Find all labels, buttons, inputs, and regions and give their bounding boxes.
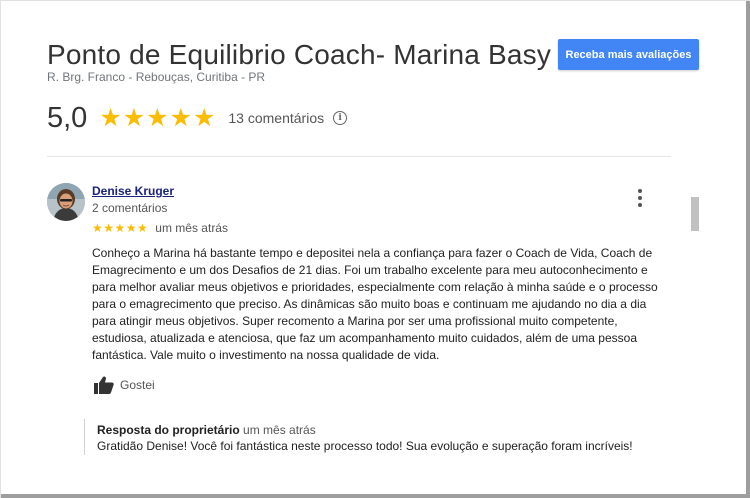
business-address: R. Brg. Franco - Rebouças, Curitiba - PR [47,70,266,84]
avatar-photo [47,183,85,221]
like-button[interactable]: Gostei [94,376,155,394]
review-text: Conheço a Marina há bastante tempo e dep… [92,246,658,362]
reviewer-name-link[interactable]: Denise Kruger [92,184,174,198]
reply-header: Resposta do proprietário um mês atrás [97,423,684,437]
section-divider [47,156,671,157]
review-time: um mês atrás [155,221,228,235]
owner-reply: Resposta do proprietário um mês atrás Gr… [84,419,684,455]
business-title: Ponto de Equilibrio Coach- Marina Basy [47,39,552,70]
rating-summary: 5,0 ★★★★★ 13 comentários i [47,100,348,136]
reply-text: Gratidão Denise! Você foi fantástica nes… [97,439,633,453]
review-meta: ★★★★★ um mês atrás [92,221,228,235]
info-icon[interactable]: i [333,111,348,125]
like-label: Gostei [120,378,155,392]
frame-left-border [0,0,1,498]
frame-top-border [0,0,750,1]
reviewer-review-count: 2 comentários [92,201,168,215]
review-stars: ★★★★★ [92,221,149,235]
thumbs-up-icon [94,376,114,394]
get-more-reviews-button[interactable]: Receba mais avaliações [558,39,699,70]
scrollbar-thumb[interactable] [691,197,699,231]
rating-stars: ★★★★★ [99,104,217,132]
rating-score: 5,0 [47,101,88,134]
reply-owner-label: Resposta do proprietário [97,423,240,437]
review-count: 13 comentários [228,110,325,126]
avatar[interactable] [47,183,85,221]
more-options-icon[interactable] [633,189,647,207]
reply-time: um mês atrás [243,423,316,437]
